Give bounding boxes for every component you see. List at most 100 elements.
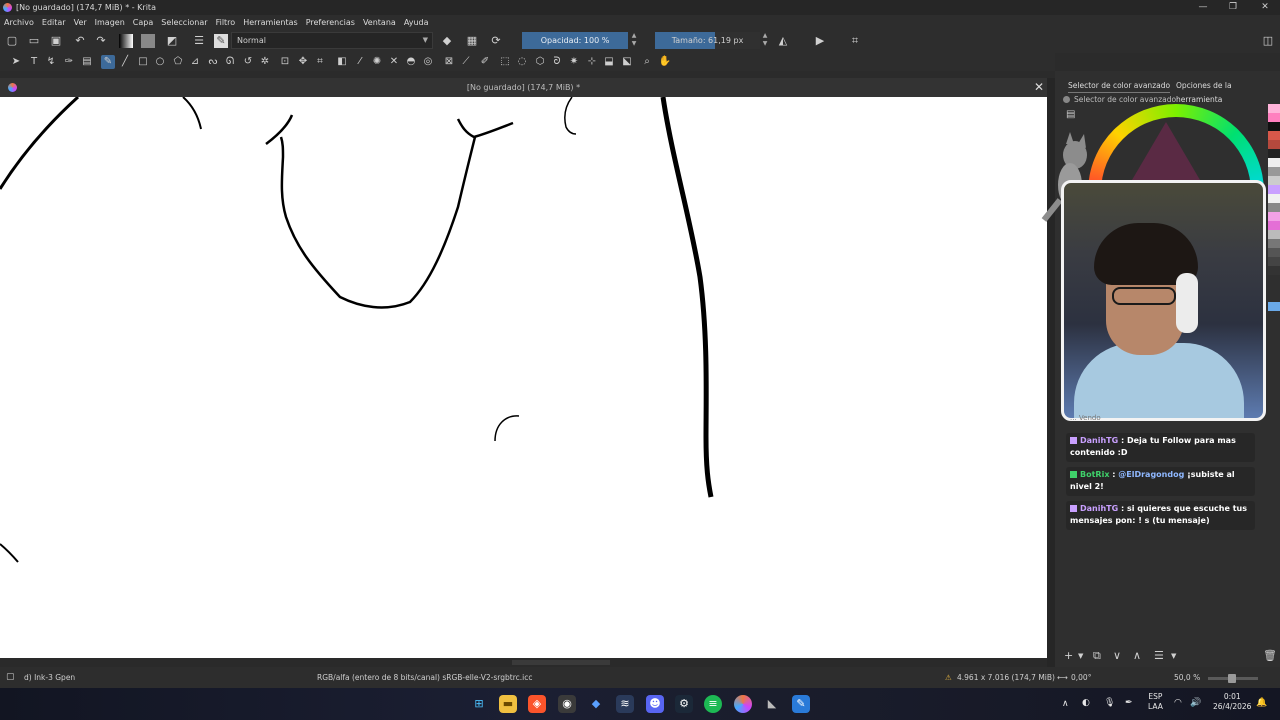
wifi-icon[interactable]: ◠: [1174, 698, 1182, 708]
move-layer-down-icon[interactable]: ∨: [1113, 649, 1121, 662]
alpha-lock-icon[interactable]: ▦: [465, 34, 479, 48]
new-document-icon[interactable]: ▢: [5, 34, 19, 48]
rect-select-tool-icon[interactable]: ⬚: [498, 55, 512, 69]
swatch[interactable]: [1268, 248, 1280, 257]
similar-select-tool-icon[interactable]: ⊹: [585, 55, 599, 69]
discord-icon[interactable]: ☻: [646, 695, 664, 713]
swatch[interactable]: [1268, 257, 1280, 266]
tray-app-icon[interactable]: ◐: [1082, 698, 1090, 708]
language-indicator[interactable]: ESP LAA: [1148, 692, 1163, 712]
file-explorer-icon[interactable]: ▬: [499, 695, 517, 713]
layer-properties-icon[interactable]: ☰: [1154, 649, 1164, 662]
swatch[interactable]: [1268, 131, 1280, 140]
tab-advanced-color-selector[interactable]: Selector de color avanzado: [1068, 79, 1171, 93]
document-tab[interactable]: [No guardado] (174,7 MiB) * ✕: [0, 78, 1047, 97]
crop-tool-icon[interactable]: ⌗: [313, 55, 327, 69]
gradient-tool-icon[interactable]: ◧: [335, 55, 349, 69]
move-tool-icon[interactable]: ✥: [296, 55, 310, 69]
microphone-icon[interactable]: 🎙: [1104, 698, 1115, 708]
tab-tool-options[interactable]: Opciones de la herramienta: [1176, 79, 1280, 104]
opacity-spinner-icon[interactable]: ▲ ▼: [629, 32, 639, 49]
horizontal-scroll-thumb[interactable]: [512, 660, 610, 665]
swatch[interactable]: [1268, 158, 1280, 167]
save-icon[interactable]: ▣: [49, 34, 63, 48]
ellipse-tool-icon[interactable]: ○: [153, 55, 167, 69]
chevron-down-icon[interactable]: ▼: [1171, 652, 1176, 660]
polyline-tool-icon[interactable]: ⊿: [188, 55, 202, 69]
swatch[interactable]: [1268, 122, 1280, 131]
zoom-slider-knob[interactable]: [1228, 674, 1236, 683]
swatch[interactable]: [1268, 230, 1280, 239]
obs-icon[interactable]: ◉: [558, 695, 576, 713]
mirror-horizontal-icon[interactable]: ◭: [776, 34, 790, 48]
menu-capa[interactable]: Capa: [133, 18, 153, 27]
fg-bg-color-icon[interactable]: ◩: [165, 34, 179, 48]
swatch[interactable]: [1268, 194, 1280, 203]
menu-archivo[interactable]: Archivo: [4, 18, 34, 27]
current-brush[interactable]: d) Ink-3 Gpen: [24, 667, 75, 688]
line-tool-icon[interactable]: ╱: [118, 55, 132, 69]
swatch[interactable]: [1268, 284, 1280, 293]
swatch[interactable]: [1268, 176, 1280, 185]
swatch[interactable]: [1268, 212, 1280, 221]
freehand-path-tool-icon[interactable]: ᘏ: [223, 55, 237, 69]
color-picker-tool-icon[interactable]: ⁄: [353, 55, 367, 69]
menu-ver[interactable]: Ver: [74, 18, 87, 27]
app-blue-icon[interactable]: ✎: [792, 695, 810, 713]
move-layer-up-icon[interactable]: ∧: [1133, 649, 1141, 662]
mirror-vertical-icon[interactable]: ▶: [813, 34, 827, 48]
menu-preferencias[interactable]: Preferencias: [306, 18, 355, 27]
menu-ayuda[interactable]: Ayuda: [404, 18, 429, 27]
color-selector-settings-icon[interactable]: ▤: [1066, 109, 1075, 120]
swatch[interactable]: [1268, 293, 1280, 302]
swatch[interactable]: [1268, 167, 1280, 176]
workspace-icon[interactable]: ◫: [1261, 34, 1275, 48]
gradient-icon[interactable]: [119, 34, 133, 48]
pen-icon[interactable]: ✒: [1125, 698, 1133, 708]
show-hidden-icons-chevron-icon[interactable]: ∧: [1062, 699, 1069, 709]
swatch[interactable]: [1268, 221, 1280, 230]
docker-float-icon[interactable]: [1063, 96, 1070, 103]
menu-ventana[interactable]: Ventana: [363, 18, 396, 27]
menu-editar[interactable]: Editar: [42, 18, 66, 27]
app-diamond-icon[interactable]: ◆: [587, 695, 605, 713]
magnetic-select-tool-icon[interactable]: ⬕: [620, 55, 634, 69]
clock[interactable]: 0:01 26/4/2026: [1213, 692, 1251, 712]
rotation-angle[interactable]: 0,00°: [1071, 667, 1091, 688]
menu-herramientas[interactable]: Herramientas: [243, 18, 298, 27]
size-spinner-icon[interactable]: ▲ ▼: [760, 32, 770, 49]
audio-app-icon[interactable]: ≋: [616, 695, 634, 713]
bezier-select-tool-icon[interactable]: ⬓: [602, 55, 616, 69]
polygon-tool-icon[interactable]: ⬠: [171, 55, 185, 69]
blend-mode-select[interactable]: Normal ▼: [231, 32, 433, 49]
rectangle-tool-icon[interactable]: □: [136, 55, 150, 69]
size-slider[interactable]: Tamaño: 61,19 px: [655, 32, 760, 49]
opacity-slider[interactable]: Opacidad: 100 %: [522, 32, 628, 49]
transform-tool-icon[interactable]: ⊡: [278, 55, 292, 69]
add-layer-icon[interactable]: +: [1064, 649, 1073, 662]
calligraphy-tool-icon[interactable]: ✑: [62, 55, 76, 69]
fill-tool-icon[interactable]: ◓: [404, 55, 418, 69]
close-window-button[interactable]: ✕: [1250, 0, 1280, 15]
select-shapes-tool-icon[interactable]: ➤: [9, 55, 23, 69]
menu-imagen[interactable]: Imagen: [95, 18, 125, 27]
delete-layer-icon[interactable]: 🗑: [1263, 649, 1277, 662]
zoom-tool-icon[interactable]: ⌕: [640, 55, 654, 69]
freehand-brush-tool-icon[interactable]: ✎: [101, 55, 115, 69]
brush-preset-icon[interactable]: ✎: [214, 34, 228, 48]
color-triangle[interactable]: [1132, 122, 1200, 180]
app-flat-icon[interactable]: ◣: [763, 695, 781, 713]
horizontal-scrollbar[interactable]: [0, 658, 1047, 667]
windows-start-icon[interactable]: ⊞: [470, 695, 488, 713]
swatch[interactable]: [1268, 149, 1280, 158]
pattern-icon[interactable]: [141, 34, 155, 48]
assistant-measure-tool-icon[interactable]: ⊠: [442, 55, 456, 69]
swatch[interactable]: [1268, 104, 1280, 113]
duplicate-layer-icon[interactable]: ⧉: [1093, 649, 1101, 663]
brush-settings-icon[interactable]: ☰: [192, 34, 206, 48]
swatch[interactable]: [1268, 239, 1280, 248]
assistant-tool-icon[interactable]: ✕: [387, 55, 401, 69]
minimize-button[interactable]: —: [1188, 0, 1218, 15]
swatch[interactable]: [1268, 113, 1280, 122]
pan-tool-icon[interactable]: ✋: [658, 55, 672, 69]
